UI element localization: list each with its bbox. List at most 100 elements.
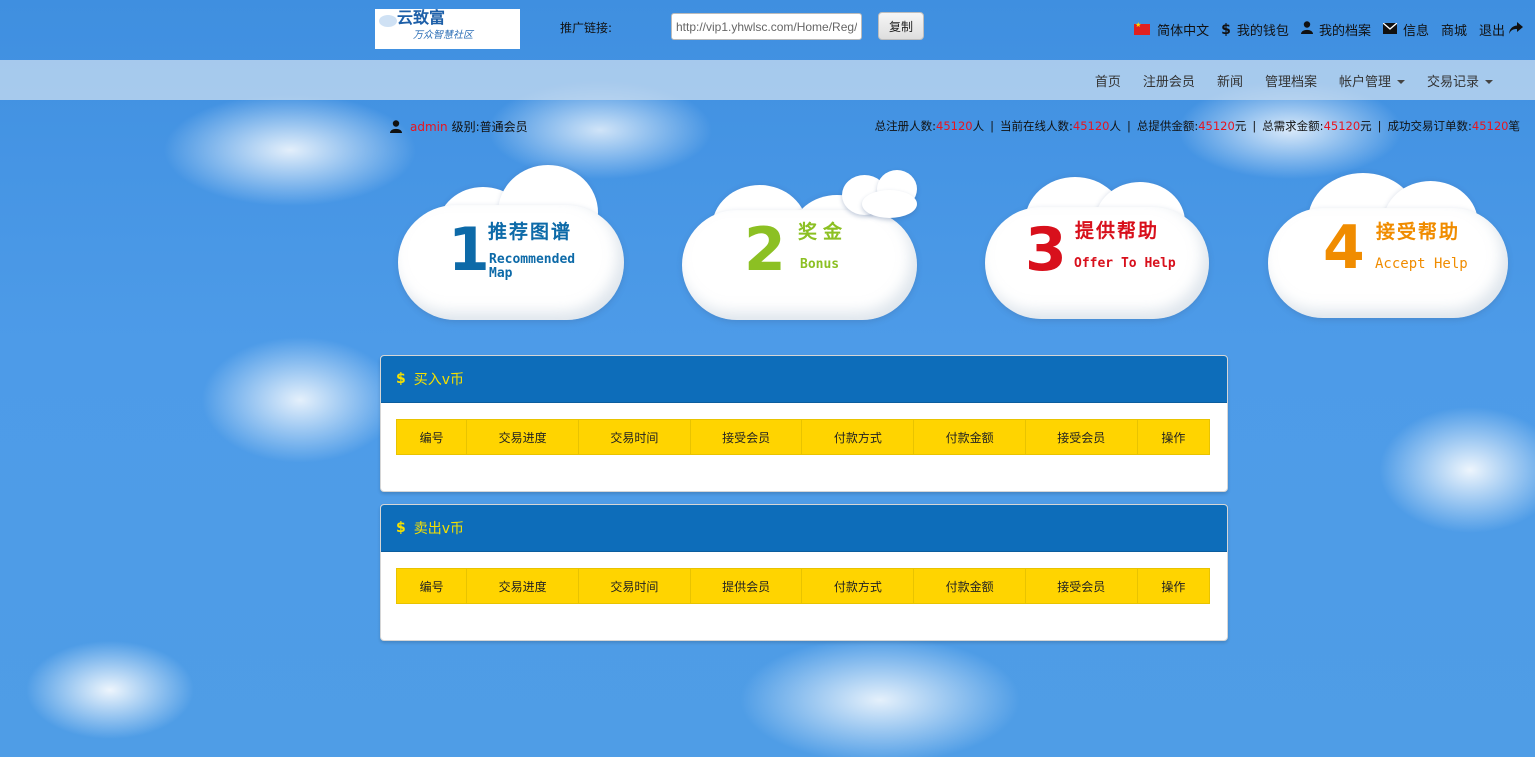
share-arrow-icon bbox=[1509, 21, 1523, 38]
profile-link[interactable]: 我的档案 bbox=[1300, 20, 1371, 39]
site-stats: 总注册人数:45120人 | 当前在线人数:45120人 | 总提供金额:45120元 |… bbox=[874, 119, 1521, 133]
envelope-icon bbox=[1382, 21, 1398, 38]
cloud-number-4: 4 bbox=[1323, 213, 1365, 283]
column-header: 接受会员 bbox=[689, 419, 803, 455]
profile-label: 我的档案 bbox=[1318, 24, 1371, 39]
copy-button[interactable]: 复制 bbox=[878, 12, 924, 40]
nav-account-label: 帐户管理 bbox=[1338, 74, 1391, 90]
sell-panel-header: $ 卖出v币 bbox=[381, 505, 1227, 552]
cloud-title-recommended-map: 推荐图谱 bbox=[488, 221, 573, 243]
nav-item-news[interactable]: 新闻 bbox=[1217, 71, 1243, 90]
cloud-sub-accept-help: Accept Help bbox=[1375, 256, 1468, 272]
main-nav: 首页 注册会员 新闻 管理档案 帐户管理 交易记录 bbox=[1073, 60, 1493, 100]
nav-bar: 首页 注册会员 新闻 管理档案 帐户管理 交易记录 bbox=[0, 60, 1535, 100]
stat-online-unit: 人 bbox=[1109, 119, 1121, 133]
nav-item-manage-profile[interactable]: 管理档案 bbox=[1265, 71, 1317, 90]
messages-label: 信息 bbox=[1402, 24, 1429, 39]
buy-panel-title: 买入v币 bbox=[413, 372, 465, 388]
cloud-title-accept-help: 接受帮助 bbox=[1376, 221, 1461, 243]
stat-registered-label: 总注册人数: bbox=[874, 119, 937, 133]
column-header: 操作 bbox=[1136, 568, 1211, 604]
column-header: 编号 bbox=[395, 568, 468, 604]
stat-supply-value: 45120 bbox=[1198, 119, 1235, 133]
column-header: 交易进度 bbox=[466, 419, 579, 455]
stat-demand-value: 45120 bbox=[1323, 119, 1361, 133]
column-header: 付款方式 bbox=[801, 419, 915, 455]
logo-subtitle: 万众智慧社区 bbox=[413, 30, 473, 41]
user-level: 级别:普通会员 bbox=[451, 120, 528, 134]
language-label: 简体中文 bbox=[1157, 24, 1210, 39]
caret-down-icon bbox=[1485, 80, 1493, 84]
table-header-row: 编号 交易进度 交易时间 提供会员 付款方式 付款金额 接受会员 操作 bbox=[395, 568, 1211, 604]
top-links: 简体中文 $ 我的钱包 我的档案 信息 商城 退出 bbox=[1122, 20, 1523, 39]
nav-item-account-dropdown[interactable]: 帐户管理 bbox=[1339, 71, 1405, 90]
nav-item-transactions-dropdown[interactable]: 交易记录 bbox=[1427, 71, 1493, 90]
column-header: 交易时间 bbox=[578, 568, 691, 604]
stat-online-label: 当前在线人数: bbox=[1000, 119, 1073, 133]
cloud-bonus[interactable]: 2 奖金 Bonus bbox=[682, 165, 927, 325]
dollar-icon: $ bbox=[1221, 21, 1231, 38]
buy-panel: $ 买入v币 编号 交易进度 交易时间 接受会员 付款方式 付款金额 接受会员 … bbox=[380, 355, 1228, 492]
cloud-offer-help[interactable]: 3 提供帮助 Offer To Help bbox=[985, 162, 1213, 322]
nav-item-register[interactable]: 注册会员 bbox=[1143, 71, 1195, 90]
stat-registered-value: 45120 bbox=[936, 119, 973, 133]
column-header: 付款金额 bbox=[913, 568, 1026, 604]
mall-label: 商城 bbox=[1440, 24, 1467, 39]
cloud-sub-recommended-map: Recommended Map bbox=[489, 252, 576, 281]
stat-orders-label: 成功交易订单数: bbox=[1387, 119, 1472, 133]
cloud-sub-bonus: Bonus bbox=[800, 257, 840, 272]
table-header-row: 编号 交易进度 交易时间 接受会员 付款方式 付款金额 接受会员 操作 bbox=[395, 419, 1211, 455]
column-header: 提供会员 bbox=[689, 568, 803, 604]
buy-panel-header: $ 买入v币 bbox=[381, 356, 1227, 403]
column-header: 交易时间 bbox=[578, 419, 691, 455]
column-header: 接受会员 bbox=[1024, 419, 1138, 455]
mall-link[interactable]: 商城 bbox=[1441, 20, 1467, 39]
logout-link[interactable]: 退出 bbox=[1479, 20, 1523, 39]
logo-title: 云致富 bbox=[397, 10, 446, 27]
dollar-icon: $ bbox=[396, 520, 406, 536]
promo-link-input[interactable] bbox=[671, 13, 862, 40]
user-icon bbox=[1300, 21, 1313, 38]
sell-table: 编号 交易进度 交易时间 提供会员 付款方式 付款金额 接受会员 操作 bbox=[395, 568, 1211, 604]
logout-label: 退出 bbox=[1478, 24, 1505, 39]
wallet-link[interactable]: $ 我的钱包 bbox=[1221, 20, 1289, 40]
language-link[interactable]: 简体中文 bbox=[1134, 20, 1209, 39]
column-header: 付款方式 bbox=[801, 568, 915, 604]
cloud-title-offer-help: 提供帮助 bbox=[1075, 220, 1160, 242]
buy-table: 编号 交易进度 交易时间 接受会员 付款方式 付款金额 接受会员 操作 bbox=[395, 419, 1211, 455]
stat-supply-unit: 元 bbox=[1234, 119, 1247, 133]
stat-supply-label: 总提供金额: bbox=[1136, 119, 1199, 133]
stat-demand-label: 总需求金额: bbox=[1262, 119, 1324, 133]
site-logo[interactable]: 云致富 万众智慧社区 bbox=[375, 9, 520, 49]
column-header: 编号 bbox=[395, 419, 468, 455]
username-link[interactable]: admin bbox=[410, 120, 448, 134]
cloud-accept-help[interactable]: 4 接受帮助 Accept Help bbox=[1268, 163, 1513, 323]
cloud-recommended-map[interactable]: 1 推荐图谱 Recommended Map bbox=[398, 165, 626, 325]
promo-link-label: 推广链接: bbox=[560, 21, 613, 35]
column-header: 接受会员 bbox=[1024, 568, 1138, 604]
sell-panel-title: 卖出v币 bbox=[413, 521, 465, 537]
stat-online-value: 45120 bbox=[1072, 119, 1110, 133]
column-header: 交易进度 bbox=[466, 568, 579, 604]
nav-transactions-label: 交易记录 bbox=[1426, 74, 1479, 90]
logo-swirl-icon bbox=[379, 15, 397, 27]
dollar-icon: $ bbox=[396, 371, 406, 387]
china-flag-icon bbox=[1134, 21, 1151, 35]
top-bar: 云致富 万众智慧社区 推广链接: 复制 简体中文 $ 我的钱包 我的档案 信息 … bbox=[0, 0, 1535, 60]
stat-orders-value: 45120 bbox=[1471, 119, 1509, 133]
sell-panel: $ 卖出v币 编号 交易进度 交易时间 提供会员 付款方式 付款金额 接受会员 … bbox=[380, 504, 1228, 641]
user-icon bbox=[390, 120, 402, 133]
cloud-number-1: 1 bbox=[448, 215, 490, 285]
user-info: admin 级别:普通会员 bbox=[390, 118, 528, 135]
stat-registered-unit: 人 bbox=[972, 119, 985, 133]
caret-down-icon bbox=[1396, 80, 1405, 84]
stat-orders-unit: 笔 bbox=[1508, 119, 1521, 133]
column-header: 付款金额 bbox=[913, 419, 1026, 455]
cloud-number-2: 2 bbox=[744, 215, 786, 285]
cloud-sub-offer-help: Offer To Help bbox=[1074, 256, 1176, 271]
cloud-title-bonus: 奖金 bbox=[798, 221, 849, 243]
column-header: 操作 bbox=[1136, 419, 1211, 455]
wallet-label: 我的钱包 bbox=[1236, 24, 1289, 39]
messages-link[interactable]: 信息 bbox=[1382, 20, 1429, 39]
nav-item-home[interactable]: 首页 bbox=[1095, 71, 1121, 90]
